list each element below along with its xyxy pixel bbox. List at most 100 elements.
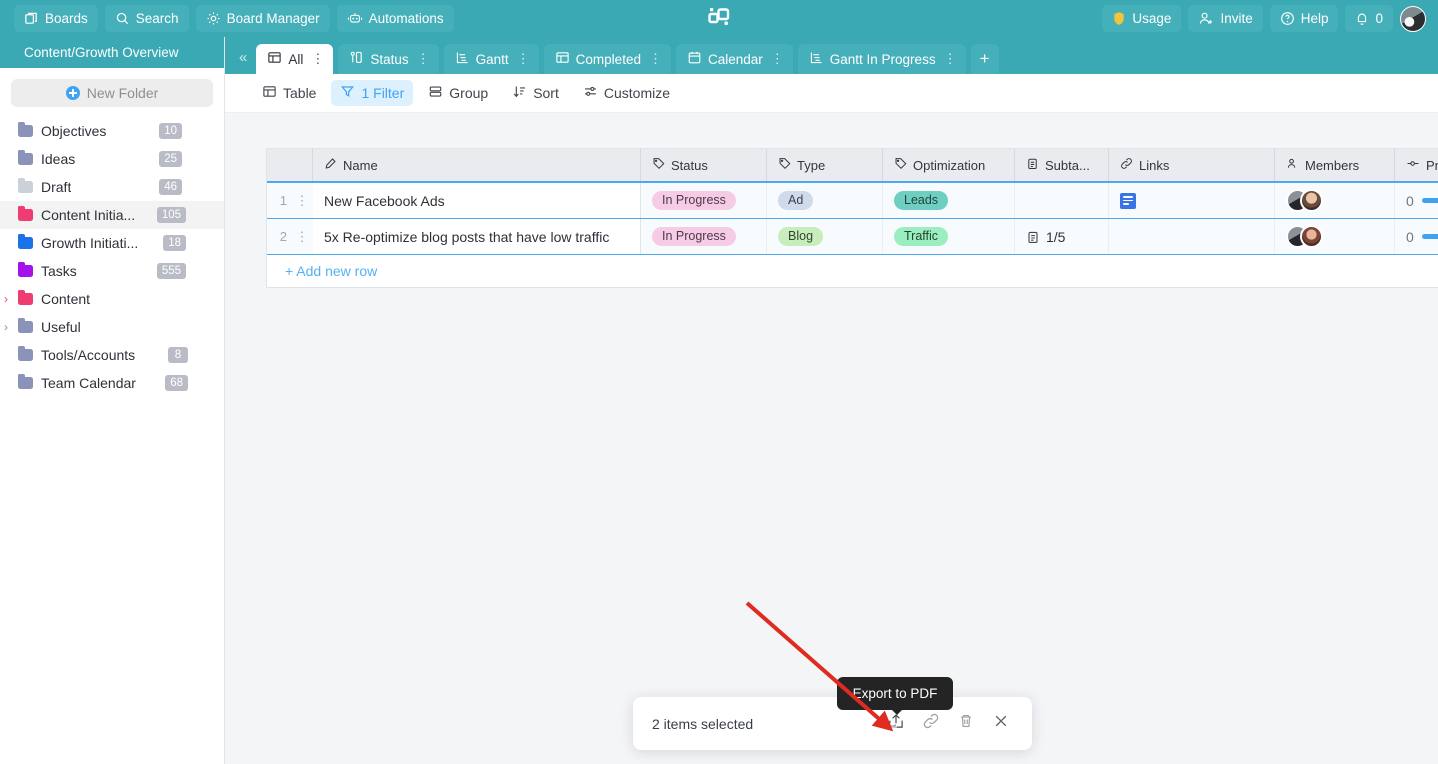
cell-links[interactable] [1109, 183, 1275, 218]
collapse-sidebar-button[interactable]: « [233, 49, 256, 74]
cell-progress[interactable]: 0 [1395, 183, 1438, 218]
top-navigation-bar: Boards Search Board Manager Automations … [0, 0, 1438, 37]
sidebar-item-draft[interactable]: Draft 46 [0, 173, 224, 201]
tab-gantt[interactable]: Gantt ⋮ [443, 44, 539, 74]
cell-status[interactable]: In Progress [641, 183, 767, 218]
table-row[interactable]: 1 ⋮ New Facebook Ads In Progress Ad Lead… [267, 183, 1438, 219]
avatar [1300, 189, 1323, 212]
cell-links[interactable] [1109, 219, 1275, 254]
tab-menu-icon[interactable]: ⋮ [649, 51, 662, 67]
column-header-progress[interactable]: Progr [1395, 149, 1438, 181]
cell-name[interactable]: New Facebook Ads [313, 183, 641, 218]
sidebar-item-ideas[interactable]: Ideas 25 [0, 145, 224, 173]
table-view-button[interactable]: Table [253, 80, 325, 106]
notifications-button[interactable]: 0 [1345, 5, 1393, 32]
sidebar-item-label: Content Initia... [41, 207, 136, 223]
sidebar-item-content[interactable]: › Content [0, 285, 224, 313]
cell-optimization[interactable]: Traffic [883, 219, 1015, 254]
progress-value: 0 [1406, 192, 1414, 209]
delete-button[interactable] [957, 712, 975, 735]
group-icon [428, 84, 443, 102]
help-button[interactable]: Help [1269, 5, 1339, 32]
folder-icon [18, 318, 33, 333]
tab-menu-icon[interactable]: ⋮ [771, 51, 784, 67]
new-folder-button[interactable]: New Folder [11, 79, 213, 107]
sidebar-item-tasks[interactable]: Tasks 555 [0, 257, 224, 285]
shield-icon [1112, 11, 1126, 26]
tab-label: Status [370, 51, 409, 67]
automations-label: Automations [368, 11, 444, 26]
folder-icon [18, 374, 33, 389]
tab-menu-icon[interactable]: ⋮ [417, 51, 430, 67]
tab-gantt-in-progress[interactable]: Gantt In Progress ⋮ [797, 44, 966, 74]
column-header-type[interactable]: Type [767, 149, 883, 181]
row-menu-icon[interactable]: ⋮ [291, 219, 313, 254]
row-menu-icon[interactable]: ⋮ [291, 183, 313, 218]
boards-button[interactable]: Boards [14, 5, 98, 32]
column-header-subtasks[interactable]: Subta... [1015, 149, 1109, 181]
user-avatar[interactable] [1400, 5, 1426, 32]
optimization-badge: Traffic [894, 227, 949, 246]
cell-name[interactable]: 5x Re-optimize blog posts that have low … [313, 219, 641, 254]
sidebar-item-team-calendar[interactable]: Team Calendar 68 [0, 369, 224, 397]
column-header-name[interactable]: Name [313, 149, 641, 181]
copy-link-button[interactable] [922, 712, 940, 735]
sort-button[interactable]: Sort [503, 80, 568, 106]
invite-button[interactable]: Invite [1188, 5, 1263, 32]
view-toolbar: Table 1 Filter Group Sort Customize [225, 74, 1438, 113]
sidebar-item-tools-accounts[interactable]: Tools/Accounts 8 [0, 341, 224, 369]
sidebar-item-useful[interactable]: › Useful [0, 313, 224, 341]
cell-type[interactable]: Blog [767, 219, 883, 254]
progress-value: 0 [1406, 228, 1414, 245]
sidebar-item-badge: 10 [159, 123, 182, 139]
view-tab-strip: « All ⋮ Status ⋮ Gantt ⋮ Completed ⋮ Cal… [225, 37, 1438, 74]
sidebar-item-label: Content [41, 291, 91, 307]
board-manager-button[interactable]: Board Manager [195, 5, 330, 32]
table-row[interactable]: 2 ⋮ 5x Re-optimize blog posts that have … [267, 219, 1438, 255]
cell-subtasks[interactable]: 1/5 [1015, 219, 1109, 254]
tab-menu-icon[interactable]: ⋮ [517, 51, 530, 67]
column-header-status[interactable]: Status [641, 149, 767, 181]
usage-button[interactable]: Usage [1102, 5, 1182, 32]
close-button[interactable] [992, 712, 1010, 735]
tab-all[interactable]: All ⋮ [256, 44, 334, 74]
table-icon [262, 84, 277, 102]
subtask-count: 1/5 [1046, 228, 1066, 245]
filter-button[interactable]: 1 Filter [331, 80, 414, 106]
cell-members[interactable] [1275, 219, 1395, 254]
tab-completed[interactable]: Completed ⋮ [543, 44, 671, 74]
tab-menu-icon[interactable]: ⋮ [944, 51, 957, 67]
export-pdf-button[interactable]: pdf [887, 712, 905, 735]
bell-icon [1355, 11, 1369, 26]
tab-calendar[interactable]: Calendar ⋮ [675, 44, 793, 74]
add-view-button[interactable]: + [970, 44, 999, 74]
cell-members[interactable] [1275, 183, 1395, 218]
group-button[interactable]: Group [419, 80, 497, 106]
cell-type[interactable]: Ad [767, 183, 883, 218]
google-doc-icon[interactable] [1120, 192, 1136, 209]
tab-menu-icon[interactable]: ⋮ [311, 51, 324, 67]
cell-status[interactable]: In Progress [641, 219, 767, 254]
automations-button[interactable]: Automations [336, 5, 454, 32]
customize-button[interactable]: Customize [574, 80, 679, 106]
column-header-members[interactable]: Members [1275, 149, 1395, 181]
cell-progress[interactable]: 0 [1395, 219, 1438, 254]
cell-subtasks[interactable] [1015, 183, 1109, 218]
app-logo[interactable] [706, 5, 732, 31]
cell-optimization[interactable]: Leads [883, 183, 1015, 218]
sidebar-item-badge: 8 [168, 347, 188, 363]
tab-status[interactable]: Status ⋮ [338, 44, 439, 74]
column-header-links[interactable]: Links [1109, 149, 1275, 181]
column-header-optimization[interactable]: Optimization [883, 149, 1015, 181]
chevron-right-icon[interactable]: › [4, 293, 16, 305]
tab-label: Gantt [475, 51, 509, 67]
tag-icon [652, 157, 665, 173]
sidebar-item-growth-initiatives[interactable]: Growth Initiati... 18 [0, 229, 224, 257]
chevron-right-icon[interactable]: › [4, 321, 16, 333]
add-new-row-button[interactable]: + Add new row [267, 255, 1438, 287]
sidebar-item-content-initiatives[interactable]: Content Initia... 105 [0, 201, 224, 229]
grid-header-index [267, 149, 313, 181]
search-button[interactable]: Search [104, 5, 189, 32]
sidebar-item-objectives[interactable]: Objectives 10 [0, 117, 224, 145]
row-index: 1 [279, 193, 287, 208]
